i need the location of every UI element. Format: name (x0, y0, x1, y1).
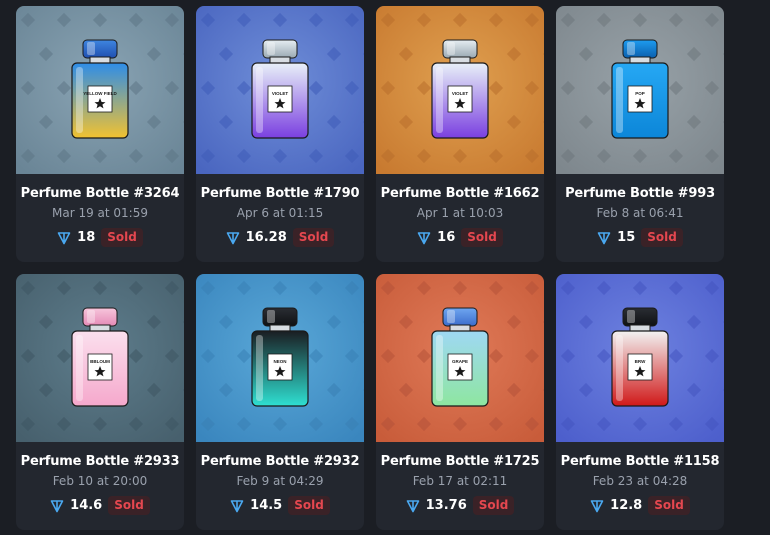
gift-info: Perfume Bottle #1725 Feb 17 at 02:11 13.76… (376, 442, 544, 530)
gift-image: POP (556, 6, 724, 174)
price-row: 12.8 Sold (590, 496, 690, 515)
sold-badge: Sold (461, 228, 503, 247)
bottle-label-text: VIOLET (452, 91, 469, 96)
sold-badge: Sold (288, 496, 330, 515)
sold-badge: Sold (108, 496, 150, 515)
gift-title: Perfume Bottle #993 (565, 186, 715, 201)
gift-card[interactable]: VIOLET Perfume Bottle #1790 Apr 6 at 01:15… (196, 6, 364, 262)
bottle-label-text: NEON (273, 359, 286, 364)
sold-badge: Sold (292, 228, 335, 247)
sale-date: Feb 8 at 06:41 (596, 206, 684, 220)
ton-diamond-icon (417, 231, 431, 244)
price-row: 15 Sold (597, 228, 683, 247)
gift-title: Perfume Bottle #1725 (380, 454, 540, 469)
gift-card[interactable]: YELLOW FIELD Perfume Bottle #3264 Mar 19 a… (16, 6, 184, 262)
sale-date: Feb 9 at 04:29 (236, 474, 324, 488)
gift-info: Perfume Bottle #1662 Apr 1 at 10:03 16 Sold (376, 174, 544, 262)
gift-card[interactable]: GRAPE Perfume Bottle #1725 Feb 17 at 02:11… (376, 274, 544, 530)
sale-date: Feb 10 at 20:00 (52, 474, 148, 488)
ton-diamond-icon (57, 231, 71, 244)
gift-image: YELLOW FIELD (16, 6, 184, 174)
price-row: 18 Sold (57, 228, 143, 247)
sold-badge: Sold (472, 496, 515, 515)
gift-image: BBLOUM (16, 274, 184, 442)
sale-date: Feb 23 at 04:28 (592, 474, 688, 488)
price-value: 14.5 (250, 498, 283, 513)
ton-diamond-icon (590, 499, 604, 512)
ton-diamond-icon (226, 231, 239, 244)
gift-card[interactable]: BRW Perfume Bottle #1158 Feb 23 at 04:28 12… (556, 274, 724, 530)
gift-image: GRAPE (376, 274, 544, 442)
price-value: 12.8 (610, 498, 643, 513)
price-value: 13.76 (425, 498, 467, 513)
gift-card[interactable]: POP Perfume Bottle #993 Feb 8 at 06:41 15 So… (556, 6, 724, 262)
sale-date: Apr 6 at 01:15 (236, 206, 324, 220)
price-value: 15 (617, 230, 636, 245)
ton-diamond-icon (597, 231, 611, 244)
gift-card[interactable]: NEON Perfume Bottle #2932 Feb 9 at 04:29 14… (196, 274, 364, 530)
price-row: 16 Sold (417, 228, 503, 247)
bottle-label-text: POP (635, 91, 645, 96)
bottle-label-text: GRAPE (452, 359, 468, 364)
gift-image: NEON (196, 274, 364, 442)
gift-info: Perfume Bottle #993 Feb 8 at 06:41 15 Sold (556, 174, 724, 262)
gift-grid: YELLOW FIELD Perfume Bottle #3264 Mar 19 a… (16, 6, 724, 530)
price-row: 13.76 Sold (406, 496, 515, 515)
gift-info: Perfume Bottle #3264 Mar 19 at 01:59 18 Sol… (16, 174, 184, 262)
ton-diamond-icon (50, 499, 64, 512)
gift-image: VIOLET (196, 6, 364, 174)
bottle-label-text: VIOLET (272, 91, 289, 96)
bottle-label-text: YELLOW FIELD (83, 91, 117, 96)
ton-diamond-icon (406, 499, 419, 512)
price-row: 16.28 Sold (226, 228, 335, 247)
gift-info: Perfume Bottle #1158 Feb 23 at 04:28 12.8 S… (556, 442, 724, 530)
price-value: 16.28 (245, 230, 287, 245)
gift-info: Perfume Bottle #1790 Apr 6 at 01:15 16.28 S… (196, 174, 364, 262)
gift-title: Perfume Bottle #3264 (20, 186, 180, 201)
gift-info: Perfume Bottle #2932 Feb 9 at 04:29 14.5 So… (196, 442, 364, 530)
bottle-label-text: BBLOUM (90, 359, 110, 364)
sold-badge: Sold (641, 228, 683, 247)
price-row: 14.6 Sold (50, 496, 150, 515)
gift-title: Perfume Bottle #2933 (20, 454, 180, 469)
ton-diamond-icon (230, 499, 244, 512)
sale-date: Feb 17 at 02:11 (412, 474, 508, 488)
gift-card[interactable]: BBLOUM Perfume Bottle #2933 Feb 10 at 20:0… (16, 274, 184, 530)
gift-title: Perfume Bottle #1662 (380, 186, 540, 201)
gift-title: Perfume Bottle #1158 (560, 454, 720, 469)
bottle-label-text: BRW (635, 359, 646, 364)
price-value: 16 (437, 230, 456, 245)
sale-date: Apr 1 at 10:03 (416, 206, 504, 220)
sale-date: Mar 19 at 01:59 (52, 206, 148, 220)
price-row: 14.5 Sold (230, 496, 330, 515)
price-value: 18 (77, 230, 96, 245)
sold-badge: Sold (101, 228, 143, 247)
gift-image: VIOLET (376, 6, 544, 174)
gift-title: Perfume Bottle #2932 (200, 454, 360, 469)
gift-info: Perfume Bottle #2933 Feb 10 at 20:00 14.6 S… (16, 442, 184, 530)
gift-title: Perfume Bottle #1790 (200, 186, 360, 201)
sold-badge: Sold (648, 496, 690, 515)
gift-card[interactable]: VIOLET Perfume Bottle #1662 Apr 1 at 10:03… (376, 6, 544, 262)
price-value: 14.6 (70, 498, 103, 513)
gift-image: BRW (556, 274, 724, 442)
